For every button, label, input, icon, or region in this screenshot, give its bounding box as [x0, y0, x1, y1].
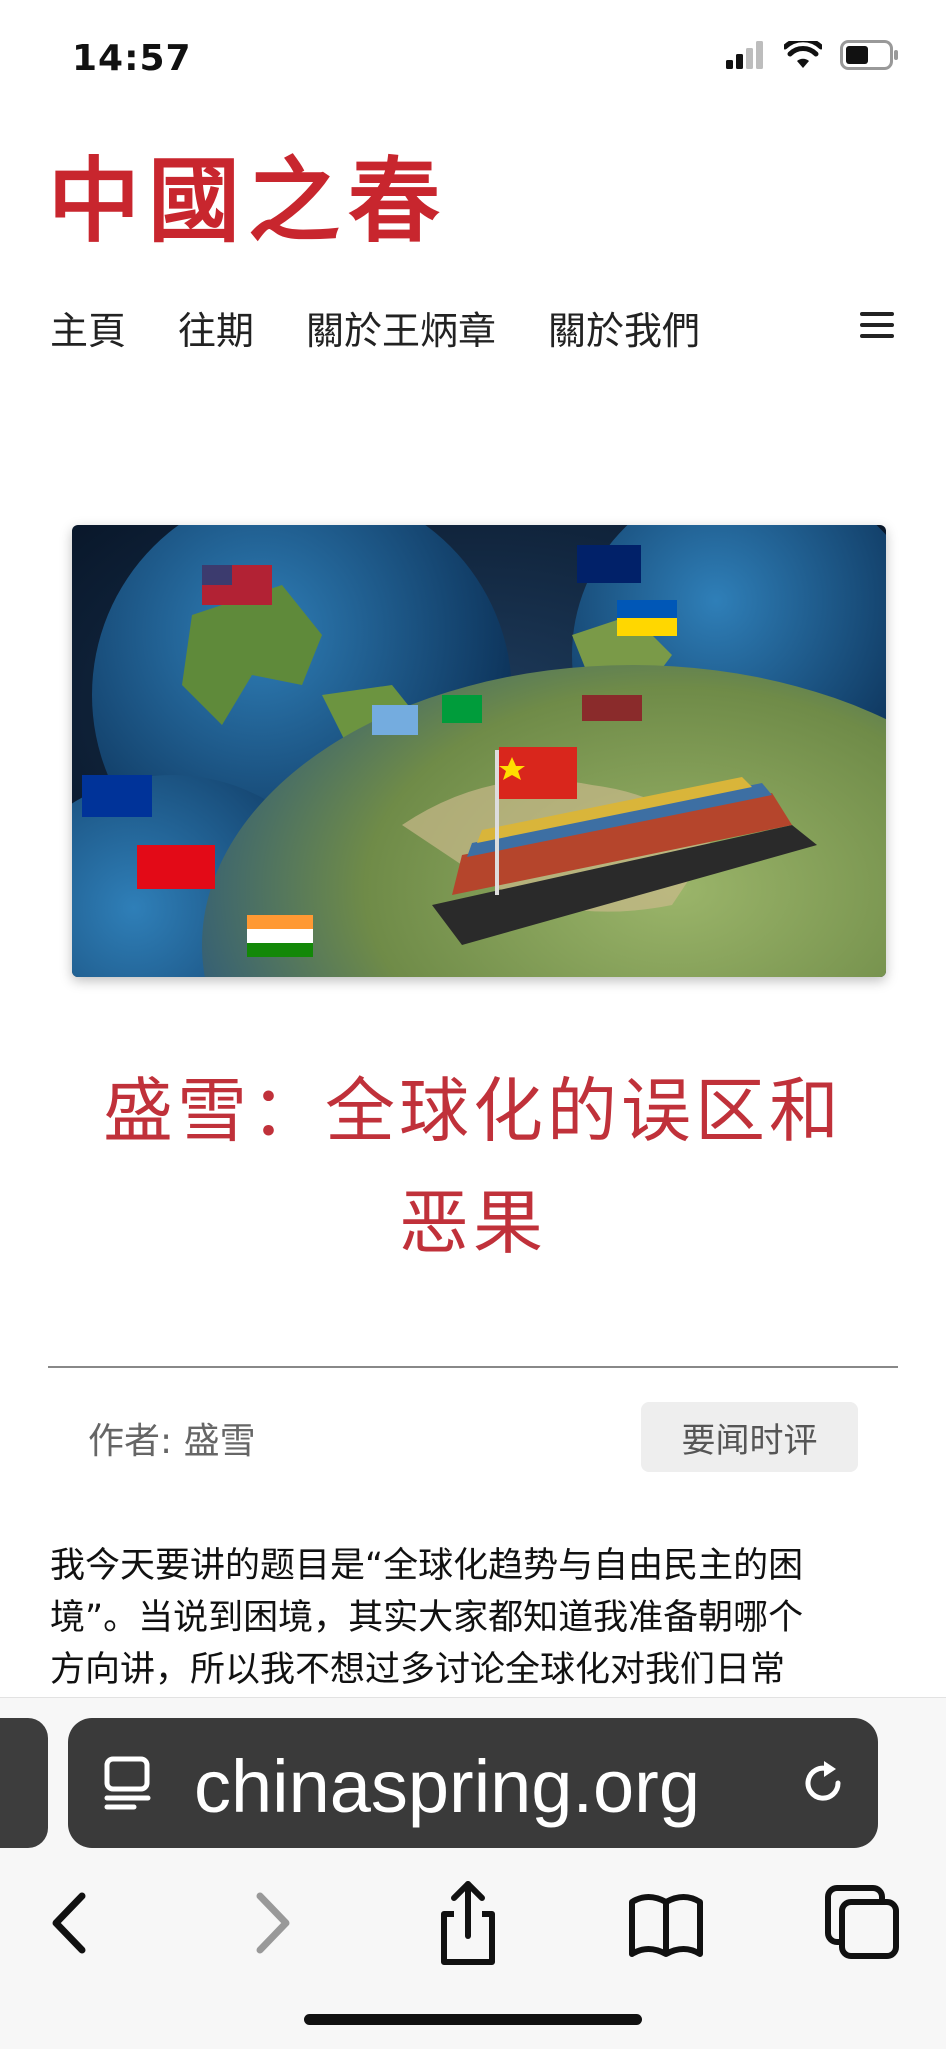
- body-line: 我今天要讲的题目是“全球化趋势与自由民主的困: [50, 1546, 804, 1586]
- article-hero-image: [72, 525, 886, 977]
- wifi-icon: [784, 41, 822, 68]
- reader-icon[interactable]: [104, 1756, 154, 1810]
- battery-icon: [840, 40, 898, 70]
- forward-icon[interactable]: [232, 1878, 312, 1968]
- share-icon[interactable]: [428, 1878, 508, 1968]
- status-icons: [726, 40, 900, 70]
- article-title-line-1: 盛雪：全球化的误区和: [103, 1070, 843, 1152]
- body-line: 境”。当说到困境，其实大家都知道我准备朝哪个: [50, 1598, 804, 1638]
- article-title: 盛雪：全球化的误区和 恶果: [60, 1055, 886, 1279]
- divider: [48, 1366, 898, 1368]
- back-icon[interactable]: [30, 1878, 110, 1968]
- tabs-icon[interactable]: [822, 1878, 902, 1968]
- menu-icon[interactable]: [860, 312, 894, 338]
- nav-item-about-us[interactable]: 關於我們: [548, 300, 700, 355]
- signal-icon: [726, 41, 763, 69]
- browser-bottom-bar: chinaspring.org: [0, 1697, 946, 2049]
- site-logo[interactable]: 中國之春: [48, 155, 448, 247]
- article-body: 我今天要讲的题目是“全球化趋势与自由民主的困 境”。当说到困境，其实大家都知道我…: [50, 1540, 896, 1696]
- article-author: 作者: 盛雪: [88, 1421, 256, 1462]
- url-text[interactable]: chinaspring.org: [194, 1744, 700, 1829]
- body-line: 方向讲，所以我不想过多讨论全球化对我们日常: [50, 1650, 786, 1690]
- previous-tab-preview[interactable]: [0, 1718, 48, 1848]
- main-nav: 主頁 往期 關於王炳章 關於我們: [50, 300, 700, 355]
- address-bar[interactable]: chinaspring.org: [68, 1718, 878, 1848]
- bookmarks-icon[interactable]: [626, 1878, 706, 1968]
- nav-item-home[interactable]: 主頁: [50, 300, 126, 355]
- status-bar: 14:57: [0, 0, 946, 110]
- nav-item-archive[interactable]: 往期: [178, 300, 254, 355]
- browser-toolbar: [0, 1878, 946, 1978]
- reload-icon[interactable]: [798, 1758, 848, 1808]
- category-tag[interactable]: 要闻时评: [641, 1402, 858, 1472]
- article-title-line-2: 恶果: [399, 1182, 547, 1264]
- home-indicator: [304, 2014, 642, 2025]
- status-time: 14:57: [72, 38, 192, 79]
- nav-item-about-wang[interactable]: 關於王炳章: [306, 300, 496, 355]
